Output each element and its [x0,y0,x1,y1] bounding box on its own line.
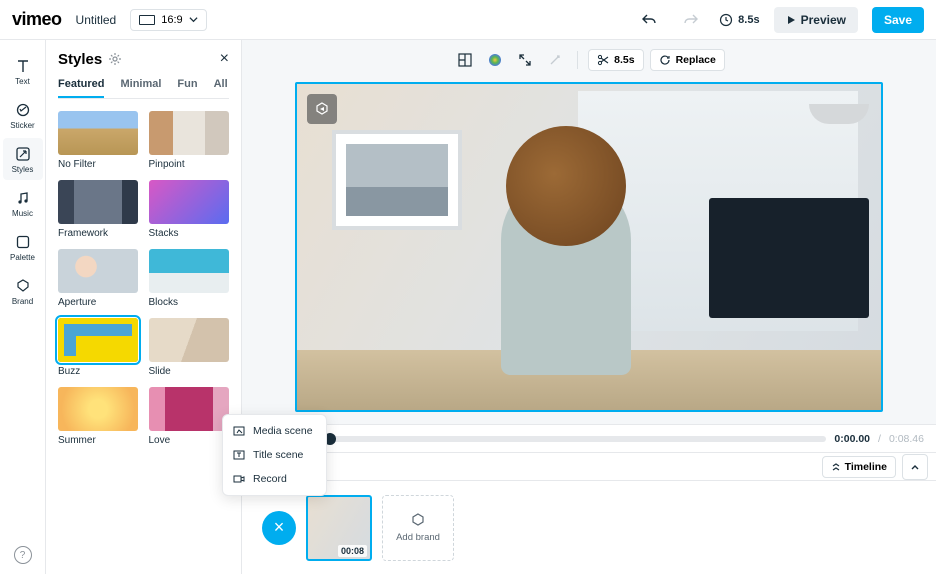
style-summer[interactable]: Summer [58,387,139,446]
aspect-ratio-selector[interactable]: 16:9 [130,9,206,31]
rail-music[interactable]: Music [3,182,43,224]
refresh-icon [659,54,671,66]
add-brand-tile[interactable]: Add brand [382,495,454,561]
style-pinpoint[interactable]: Pinpoint [149,111,230,170]
gear-icon[interactable] [108,52,122,66]
add-scene-context-menu: Media scene Title scene Record [222,414,327,496]
style-slide[interactable]: Slide [149,318,230,377]
replace-label: Replace [676,54,716,66]
timeline-button[interactable]: Timeline [822,456,896,478]
tool-rail: Text Sticker Styles Music Palette Brand … [0,40,46,574]
expand-icon[interactable] [513,48,537,72]
rail-sticker[interactable]: Sticker [3,94,43,136]
scene-duration: 00:08 [338,545,367,557]
color-icon[interactable] [483,48,507,72]
panel-title: Styles [58,51,102,68]
tab-minimal[interactable]: Minimal [120,78,161,98]
close-panel-button[interactable]: × [220,50,229,68]
magic-icon[interactable] [543,48,567,72]
time-current: 0:00.00 [834,433,870,445]
preview-label: Preview [801,13,846,27]
help-button[interactable]: ? [14,546,32,564]
canvas-preview[interactable] [295,82,883,412]
replace-button[interactable]: Replace [650,49,725,71]
chevron-down-icon [189,15,198,24]
scene-thumbnail[interactable]: 00:08 [306,495,372,561]
styles-grid: No Filter Pinpoint Framework Stacks Aper… [58,111,229,446]
clock-icon [719,13,733,27]
trim-value: 8.5s [614,54,634,66]
style-blocks[interactable]: Blocks [149,249,230,308]
tab-featured[interactable]: Featured [58,78,104,98]
chevron-up-icon [910,462,920,472]
record-icon [233,473,245,485]
vimeo-logo: vimeo [12,9,62,30]
media-icon [233,425,245,437]
style-aperture[interactable]: Aperture [58,249,139,308]
redo-button[interactable] [677,6,705,34]
save-button[interactable]: Save [872,7,924,33]
rail-styles[interactable]: Styles [3,138,43,180]
style-no-filter[interactable]: No Filter [58,111,139,170]
style-buzz[interactable]: Buzz [58,318,139,377]
ctx-media-scene[interactable]: Media scene [223,419,326,443]
scene-badge-icon[interactable] [307,94,337,124]
style-stacks[interactable]: Stacks [149,180,230,239]
duration-value: 8.5s [738,14,759,26]
project-name[interactable]: Untitled [76,13,117,27]
aspect-ratio-label: 16:9 [161,14,182,26]
topbar: vimeo Untitled 16:9 8.5s Preview Save [0,0,936,40]
aspect-ratio-icon [139,15,155,25]
timeline-controls: Timeline [242,452,936,480]
rail-text[interactable]: Text [3,50,43,92]
scrubber-row: Scene 1 0:00.00 / 0:08.46 [242,424,936,452]
preview-button[interactable]: Preview [774,7,858,33]
ctx-title-scene[interactable]: Title scene [223,443,326,467]
layout-icon[interactable] [453,48,477,72]
style-love[interactable]: Love [149,387,230,446]
style-tabs: Featured Minimal Fun All [58,78,229,99]
rail-brand[interactable]: Brand [3,270,43,312]
scissors-icon [597,54,609,66]
style-framework[interactable]: Framework [58,180,139,239]
main-area: Text Sticker Styles Music Palette Brand … [0,40,936,574]
ctx-record[interactable]: Record [223,467,326,491]
tab-all[interactable]: All [214,78,228,98]
duration-display[interactable]: 8.5s [719,13,759,27]
brand-icon [410,512,426,528]
collapse-icon [831,462,841,472]
play-icon [786,15,796,25]
styles-panel: Styles × Featured Minimal Fun All No Fil… [46,40,242,574]
scrubber-track[interactable] [330,436,827,442]
tab-fun[interactable]: Fun [177,78,197,98]
add-scene-fab[interactable]: × [262,511,296,545]
expand-timeline-button[interactable] [902,454,928,480]
rail-palette[interactable]: Palette [3,226,43,268]
scene-tray: × 00:08 Add brand [242,480,936,574]
canvas-toolbar: 8.5s Replace [242,40,936,74]
trim-button[interactable]: 8.5s [588,49,643,71]
canvas-area: 8.5s Replace Scene 1 0:00.00 / 0:08.46 [242,40,936,574]
undo-button[interactable] [635,6,663,34]
time-total: 0:08.46 [889,433,924,445]
title-icon [233,449,245,461]
